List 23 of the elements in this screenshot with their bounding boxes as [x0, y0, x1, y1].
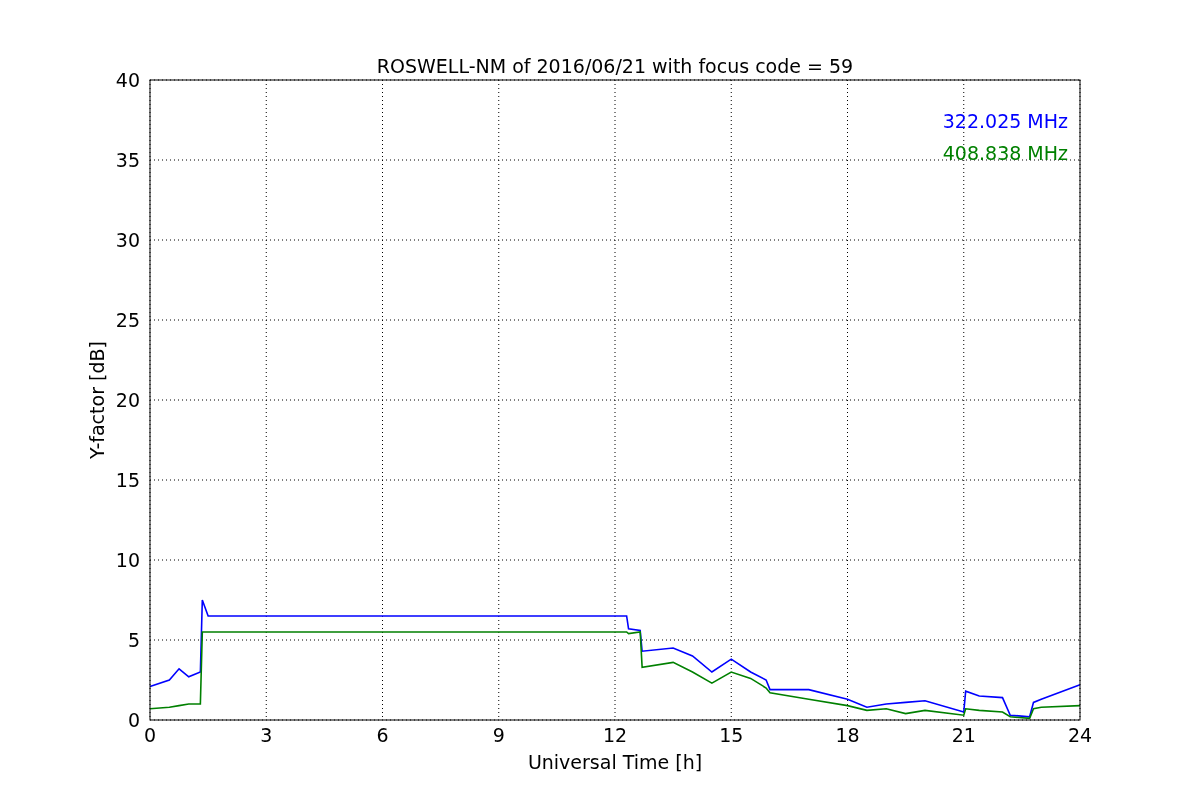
- y-tick-label: 20: [115, 389, 140, 411]
- y-tick-label: 5: [127, 629, 140, 651]
- x-tick-label: 0: [143, 724, 157, 746]
- y-tick-label: 30: [115, 229, 140, 251]
- x-tick-label: 24: [1067, 724, 1093, 746]
- x-axis-label: Universal Time [h]: [527, 751, 703, 773]
- y-tick-label: 0: [127, 709, 140, 731]
- y-tick-label: 10: [115, 549, 140, 571]
- x-tick-label: 9: [492, 724, 505, 746]
- y-axis-label: Y-factor [dB]: [86, 341, 108, 459]
- y-tick-label: 15: [115, 469, 140, 491]
- y-tick-label: 25: [115, 309, 140, 331]
- legend-label: 322.025 MHz: [942, 110, 1068, 132]
- x-tick-label: 6: [376, 724, 389, 746]
- chart-title: ROSWELL-NM of 2016/06/21 with focus code = 59: [376, 55, 854, 77]
- x-tick-label: 18: [835, 724, 860, 746]
- x-tick-label: 21: [951, 724, 976, 746]
- x-tick-label: 12: [602, 724, 628, 746]
- y-tick-label: 35: [115, 149, 140, 171]
- legend-label: 408.838 MHz: [942, 142, 1068, 164]
- x-tick-label: 3: [260, 724, 273, 746]
- y-tick-label: 40: [115, 69, 140, 91]
- x-tick-label: 15: [719, 724, 744, 746]
